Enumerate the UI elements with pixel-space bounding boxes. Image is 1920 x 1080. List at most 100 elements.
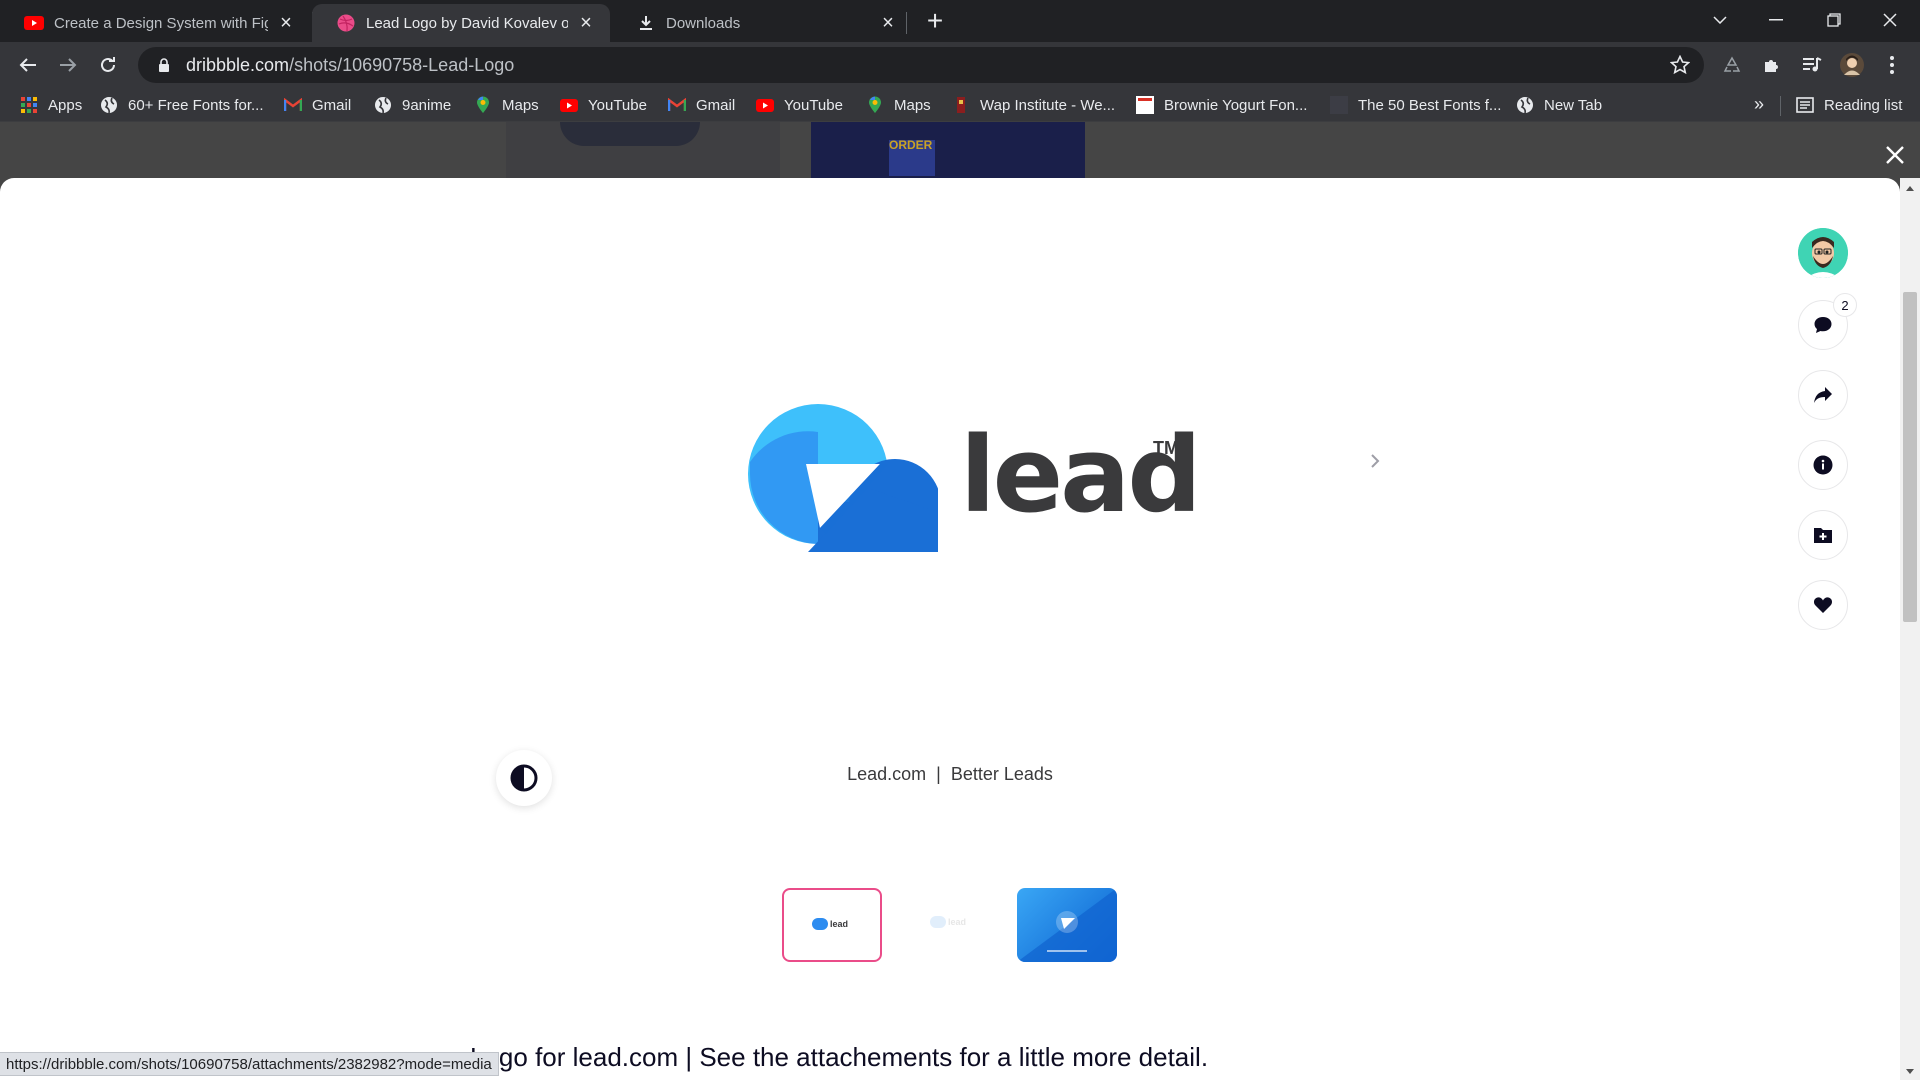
bookmark-label: Wap Institute - We... [980,96,1116,114]
mini-logo-mark [930,916,946,928]
bookmark-label: Maps [502,96,539,114]
chevron-right-icon [1371,454,1380,468]
tab-title: Create a Design System with Figma [54,14,268,32]
like-button[interactable] [1798,580,1848,630]
share-button[interactable] [1798,370,1848,420]
bookmark-brownie-yogurt[interactable]: Brownie Yogurt Fon... [1136,94,1307,116]
attachment-thumbnail-2[interactable]: lead [900,888,1000,962]
tab-title: Lead Logo by David Kovalev on Dribbble [366,14,568,32]
recycle-icon [1723,56,1741,72]
attachment-thumbnail-1[interactable]: lead [782,888,882,962]
mini-lead-logo: lead [812,918,848,930]
shot-artwork-text: ORDER [889,138,933,152]
playlist-icon [1803,57,1822,72]
bookmark-label: Maps [894,96,931,114]
reload-button[interactable] [92,49,124,81]
tab-dribbble-lead[interactable]: Lead Logo by David Kovalev on Dribbble × [312,4,610,42]
comments-button[interactable]: 2 [1798,293,1857,350]
bookmark-maps[interactable]: Maps [474,94,539,116]
bookmark-label: Gmail [312,96,352,114]
avatar-icon [1840,53,1864,77]
scroll-up-arrow[interactable] [1906,186,1914,191]
scrollbar-thumb[interactable] [1903,292,1917,622]
mini-lead-logo: lead [930,916,966,928]
lock-icon[interactable] [154,55,174,75]
tab-search-button[interactable] [1692,0,1748,40]
more-vertical-icon [1890,56,1894,74]
bookmark-label: Gmail [696,96,736,114]
close-icon [1883,13,1897,27]
close-shot-button[interactable] [1880,140,1910,170]
globe-icon [374,96,392,114]
reading-list-label: Reading list [1824,96,1903,114]
bookmark-gmail[interactable]: Gmail [284,94,351,116]
bookmark-gmail-2[interactable]: Gmail [668,94,735,116]
tab-downloads[interactable]: Downloads × [612,4,912,42]
chrome-menu-button[interactable] [1876,49,1908,81]
blank-icon [1330,96,1348,114]
info-button[interactable] [1798,440,1848,490]
new-tab-button[interactable]: + [920,5,950,36]
bookmark-star-icon[interactable] [1666,51,1694,79]
puzzle-icon [1765,60,1778,72]
next-media-arrow[interactable] [1370,452,1380,473]
profile-avatar[interactable] [1836,49,1868,81]
wap-icon [952,96,970,114]
shot-tagline: Lead.com | Better Leads [847,764,1053,784]
close-icon[interactable]: × [576,12,596,34]
bookmark-free-fonts[interactable]: 60+ Free Fonts for... [100,94,263,116]
arrow-right-icon [60,58,77,72]
globe-icon [1516,96,1534,114]
attachment-thumbnail-3[interactable] [1017,888,1117,962]
bookmark-new-tab[interactable]: New Tab [1516,94,1602,116]
media-control-button[interactable] [1796,49,1828,81]
add-to-collection-button[interactable] [1798,510,1848,560]
back-button[interactable] [12,49,44,81]
reload-icon [101,57,115,72]
bookmark-wap-institute[interactable]: Wap Institute - We... [952,94,1115,116]
scroll-down-arrow[interactable] [1906,1069,1914,1074]
designer-avatar[interactable] [1798,228,1848,278]
bookmark-9anime[interactable]: 9anime [374,94,451,116]
page-scrollbar[interactable] [1900,178,1920,1080]
reading-list-button[interactable]: Reading list [1796,94,1902,116]
dribbble-icon [336,13,356,33]
tab-title: Downloads [666,14,741,32]
bookmark-maps-2[interactable]: Maps [866,94,931,116]
bookmark-apps[interactable]: Apps [20,94,82,116]
forward-button[interactable] [52,49,84,81]
close-icon[interactable]: × [276,12,296,34]
extension-recycle-button[interactable] [1716,49,1748,81]
bookmark-youtube[interactable]: YouTube [560,94,647,116]
bookmarks-overflow-button[interactable]: » [1754,94,1764,115]
comment-count-badge: 2 [1833,293,1857,317]
extensions-button[interactable] [1756,49,1788,81]
window-close-button[interactable] [1862,0,1918,40]
youtube-icon [24,13,44,33]
lead-logo-mark [748,404,938,552]
mini-logo-word: lead [948,917,967,927]
tab-strip: Create a Design System with Figma × Lead… [0,0,1920,42]
tab-youtube-figma[interactable]: Create a Design System with Figma × [0,4,310,42]
bookmark-label: The 50 Best Fonts f... [1358,96,1502,114]
globe-icon [100,96,118,114]
maps-icon [474,96,492,114]
mini-logo-mark [812,918,828,930]
shot-artwork [560,122,700,146]
bookmark-label: 60+ Free Fonts for... [128,96,264,114]
shot-description: Logo for lead.com | See the attachements… [470,1042,1209,1072]
background-shot-thumbnail: ORDER [811,122,1085,178]
url-path: /shots/10690758-Lead-Logo [289,54,515,75]
bookmark-label: Brownie Yogurt Fon... [1164,96,1308,114]
restore-button[interactable] [1806,0,1862,40]
trademark-symbol: TM [1153,438,1179,458]
address-bar[interactable]: dribbble.com/shots/10690758-Lead-Logo [138,47,1704,83]
close-icon[interactable]: × [878,12,898,34]
bookmark-youtube-2[interactable]: YouTube [756,94,843,116]
bookmark-label: Apps [48,96,83,114]
bookmark-best-fonts[interactable]: The 50 Best Fonts f... [1330,94,1501,116]
apps-grid-icon [20,96,38,114]
bookmark-label: 9anime [402,96,452,114]
avatar-icon [1798,228,1848,278]
minimize-button[interactable] [1748,0,1804,40]
